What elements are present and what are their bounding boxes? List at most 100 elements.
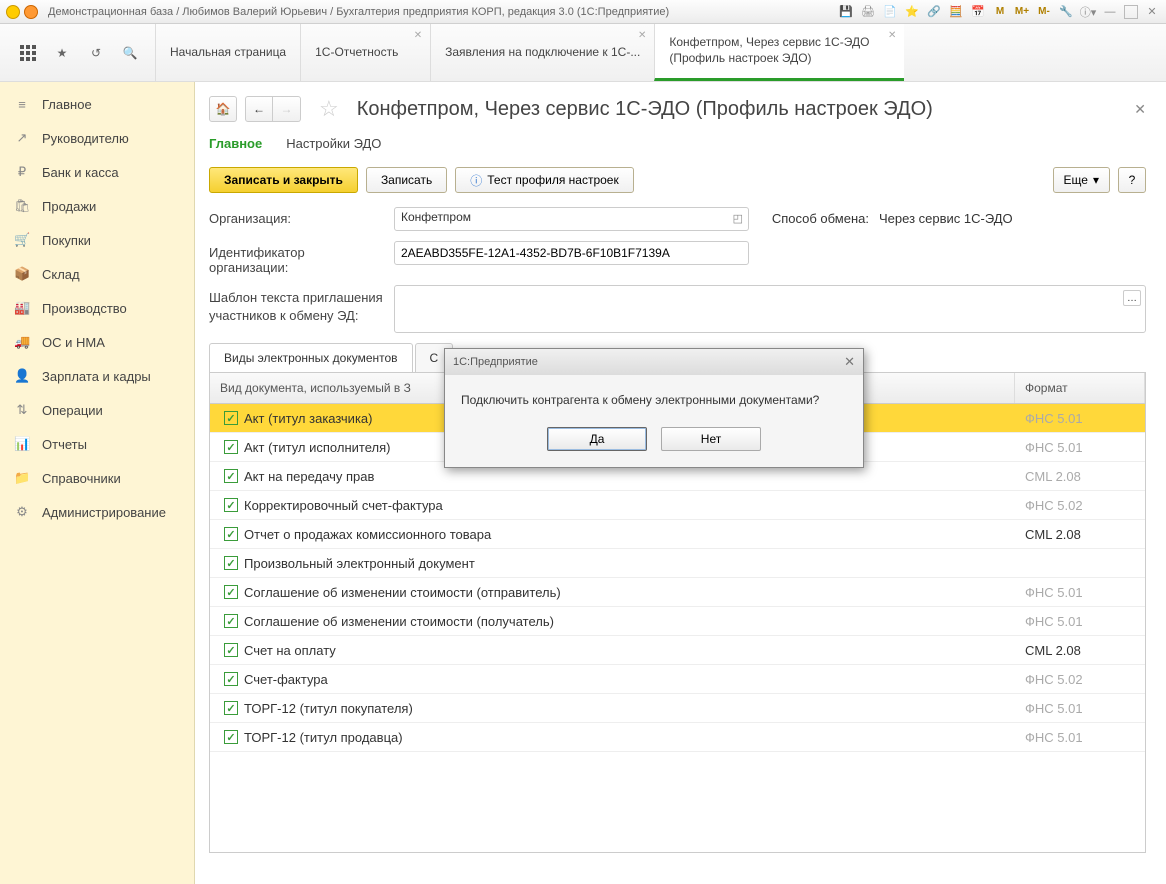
fav-icon[interactable]: ⭐: [904, 4, 920, 20]
forward-button[interactable]: →: [273, 96, 301, 122]
checkbox-icon[interactable]: ✓: [224, 585, 238, 599]
home-button[interactable]: 🏠: [209, 96, 237, 122]
sidebar-item-1[interactable]: ↗Руководителю: [0, 121, 194, 155]
sidebar-item-7[interactable]: 🚚ОС и НМА: [0, 325, 194, 359]
save-button[interactable]: Записать: [366, 167, 447, 193]
help-button[interactable]: ?: [1118, 167, 1146, 193]
checkbox-icon[interactable]: ✓: [224, 643, 238, 657]
more-button[interactable]: Еще ▾: [1053, 167, 1110, 193]
checkbox-icon[interactable]: ✓: [224, 411, 238, 425]
dialog-no-button[interactable]: Нет: [661, 427, 761, 451]
table-row[interactable]: ✓Счет на оплатуCML 2.08: [210, 636, 1145, 665]
doc-icon[interactable]: 📄: [882, 4, 898, 20]
link-icon[interactable]: 🔗: [926, 4, 942, 20]
m-minus-button[interactable]: M-: [1036, 4, 1052, 20]
close-page-button[interactable]: ✕: [1134, 101, 1146, 118]
test-profile-label: Тест профиля настроек: [487, 173, 618, 187]
sidebar-label: Банк и касса: [42, 165, 119, 180]
table-row[interactable]: ✓ТОРГ-12 (титул продавца)ФНС 5.01: [210, 723, 1145, 752]
checkbox-icon[interactable]: ✓: [224, 469, 238, 483]
dialog-close-icon[interactable]: ✕: [844, 354, 855, 370]
sidebar-label: Производство: [42, 301, 127, 316]
tab-3[interactable]: Конфетпром, Через сервис 1С-ЭДО (Профиль…: [654, 24, 904, 81]
tab-0[interactable]: Начальная страница: [155, 24, 300, 81]
doc-name: Соглашение об изменении стоимости (отпра…: [244, 585, 561, 600]
sidebar-item-4[interactable]: 🛒Покупки: [0, 223, 194, 257]
sidebar-item-11[interactable]: 📁Справочники: [0, 461, 194, 495]
table-row[interactable]: ✓Соглашение об изменении стоимости (полу…: [210, 607, 1145, 636]
dialog-yes-button[interactable]: Да: [547, 427, 647, 451]
sidebar: ≡Главное↗Руководителю₽Банк и касса🛍Прода…: [0, 82, 195, 884]
calc-icon[interactable]: 🧮: [948, 4, 964, 20]
m-plus-button[interactable]: M+: [1014, 4, 1030, 20]
save-icon[interactable]: 💾: [838, 4, 854, 20]
sidebar-item-10[interactable]: 📊Отчеты: [0, 427, 194, 461]
table-row[interactable]: ✓Отчет о продажах комиссионного товараCM…: [210, 520, 1145, 549]
tab-1[interactable]: 1С-Отчетность✕: [300, 24, 430, 81]
table-row[interactable]: ✓Произвольный электронный документ: [210, 549, 1145, 578]
sidebar-label: Администрирование: [42, 505, 166, 520]
col-format[interactable]: Формат: [1015, 373, 1145, 403]
table-row[interactable]: ✓ Соглашение об изменении стоимости (отпр…: [210, 578, 1145, 607]
sidebar-item-5[interactable]: 📦Склад: [0, 257, 194, 291]
info-icon[interactable]: ⓘ▾: [1080, 4, 1096, 20]
open-icon[interactable]: ◰: [733, 212, 743, 225]
back-button[interactable]: ←: [245, 96, 273, 122]
checkbox-icon[interactable]: ✓: [224, 614, 238, 628]
confirm-dialog: 1С:Предприятие✕ Подключить контрагента к…: [444, 348, 864, 468]
sidebar-item-6[interactable]: 🏭Производство: [0, 291, 194, 325]
checkbox-icon[interactable]: ✓: [224, 730, 238, 744]
checkbox-icon[interactable]: ✓: [224, 440, 238, 454]
apps-button[interactable]: [18, 43, 38, 63]
doc-format: ФНС 5.01: [1015, 585, 1145, 600]
history-button[interactable]: ↺: [86, 43, 106, 63]
save-close-button[interactable]: Записать и закрыть: [209, 167, 358, 193]
subtab-edo[interactable]: Настройки ЭДО: [286, 136, 381, 155]
doc-format: ФНС 5.01: [1015, 614, 1145, 629]
checkbox-icon[interactable]: ✓: [224, 527, 238, 541]
sidebar-item-3[interactable]: 🛍Продажи: [0, 189, 194, 223]
id-input[interactable]: [394, 241, 749, 265]
tab-close-icon[interactable]: ✕: [414, 30, 422, 41]
favorites-button[interactable]: ★: [52, 43, 72, 63]
subtab-main[interactable]: Главное: [209, 136, 262, 155]
sidebar-item-0[interactable]: ≡Главное: [0, 88, 194, 121]
checkbox-icon[interactable]: ✓: [224, 556, 238, 570]
tab-close-icon[interactable]: ✕: [638, 30, 646, 41]
calendar-icon[interactable]: 📅: [970, 4, 986, 20]
test-profile-button[interactable]: ⓘТест профиля настроек: [455, 167, 634, 193]
sidebar-label: Операции: [42, 403, 103, 418]
m-button[interactable]: M: [992, 4, 1008, 20]
checkbox-icon[interactable]: ✓: [224, 701, 238, 715]
table-row[interactable]: ✓ТОРГ-12 (титул покупателя)ФНС 5.01: [210, 694, 1145, 723]
checkbox-icon[interactable]: ✓: [224, 672, 238, 686]
sidebar-icon: ≡: [14, 97, 30, 112]
tab-close-icon[interactable]: ✕: [888, 30, 896, 41]
sidebar-item-9[interactable]: ⇅Операции: [0, 393, 194, 427]
window-title: Демонстрационная база / Любимов Валерий …: [42, 6, 838, 18]
tools-icon[interactable]: 🔧: [1058, 4, 1074, 20]
search-button[interactable]: 🔍: [120, 43, 140, 63]
doc-name: Счет-фактура: [244, 672, 328, 687]
doc-format: ФНС 5.01: [1015, 701, 1145, 716]
ellipsis-button[interactable]: …: [1123, 290, 1141, 306]
star-icon[interactable]: ☆: [319, 96, 339, 122]
sidebar-item-12[interactable]: ⚙Администрирование: [0, 495, 194, 529]
table-row[interactable]: ✓Корректировочный счет-фактураФНС 5.02: [210, 491, 1145, 520]
close-window-icon[interactable]: ✕: [1144, 4, 1160, 20]
sidebar-icon: 🛒: [14, 232, 30, 248]
doc-name: Акт (титул заказчика): [244, 411, 372, 426]
sidebar-item-8[interactable]: 👤Зарплата и кадры: [0, 359, 194, 393]
titlebar: Демонстрационная база / Любимов Валерий …: [0, 0, 1166, 24]
minimize-icon[interactable]: —: [1102, 4, 1118, 20]
table-row[interactable]: ✓Счет-фактураФНС 5.02: [210, 665, 1145, 694]
sidebar-item-2[interactable]: ₽Банк и касса: [0, 155, 194, 189]
org-input[interactable]: Конфетпром◰: [394, 207, 749, 231]
maximize-icon[interactable]: [1124, 5, 1138, 19]
checkbox-icon[interactable]: ✓: [224, 498, 238, 512]
dialog-title: 1С:Предприятие: [453, 356, 538, 368]
tab-2[interactable]: Заявления на подключение к 1С-...✕: [430, 24, 654, 81]
template-textarea[interactable]: …: [394, 285, 1146, 333]
inner-tab-doctypes[interactable]: Виды электронных документов: [209, 343, 413, 372]
print-icon[interactable]: 🖨: [860, 4, 876, 20]
